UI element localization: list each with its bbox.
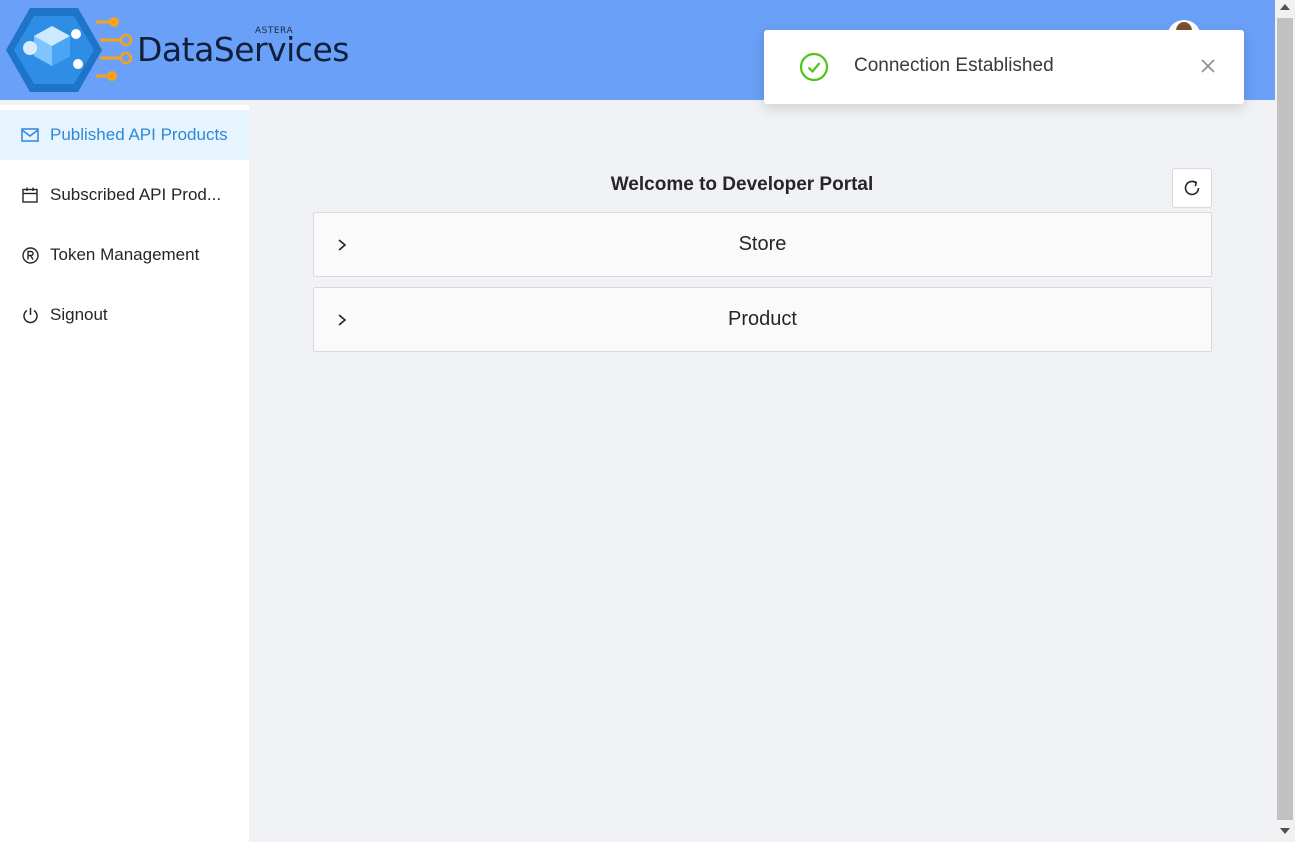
check-circle-icon <box>799 52 829 82</box>
sidebar-item-label: Subscribed API Prod... <box>50 185 222 204</box>
close-icon[interactable] <box>1200 58 1216 74</box>
sidebar-item-label: Signout <box>50 305 108 324</box>
scroll-up-arrow[interactable] <box>1280 4 1290 10</box>
main-content: Welcome to Developer Portal Store Produc… <box>249 100 1275 842</box>
astera-logo-icon <box>6 8 133 92</box>
vertical-scrollbar[interactable] <box>1275 0 1295 842</box>
panel-label: Product <box>728 308 797 330</box>
sidebar-item-signout[interactable]: Signout <box>0 290 249 340</box>
scrollbar-thumb[interactable] <box>1277 18 1293 820</box>
sidebar-item-label: Token Management <box>50 245 200 264</box>
sidebar-item-subscribed-api-products[interactable]: Subscribed API Prod... <box>0 170 249 220</box>
panel-label: Store <box>738 233 787 255</box>
sidebar-item-token-management[interactable]: Token Management <box>0 230 249 280</box>
collapse-panel-store[interactable]: Store <box>313 212 1212 277</box>
scroll-down-arrow[interactable] <box>1280 828 1290 834</box>
power-icon <box>20 305 40 325</box>
mail-icon <box>20 125 40 145</box>
registered-icon <box>20 245 40 265</box>
sidebar: Published API Products Subscribed API Pr… <box>0 105 249 842</box>
sidebar-item-label: Published API Products <box>50 125 228 144</box>
notification-message: Connection Established <box>854 55 1054 76</box>
calendar-icon <box>20 185 40 205</box>
brand-name: DataServices <box>137 30 349 69</box>
notification-toast: Connection Established <box>764 30 1244 104</box>
refresh-icon <box>1184 180 1200 196</box>
sidebar-item-published-api-products[interactable]: Published API Products <box>0 110 249 160</box>
collapse-panel-product[interactable]: Product <box>313 287 1212 352</box>
refresh-button[interactable] <box>1172 168 1212 208</box>
page-title: Welcome to Developer Portal <box>610 174 874 195</box>
